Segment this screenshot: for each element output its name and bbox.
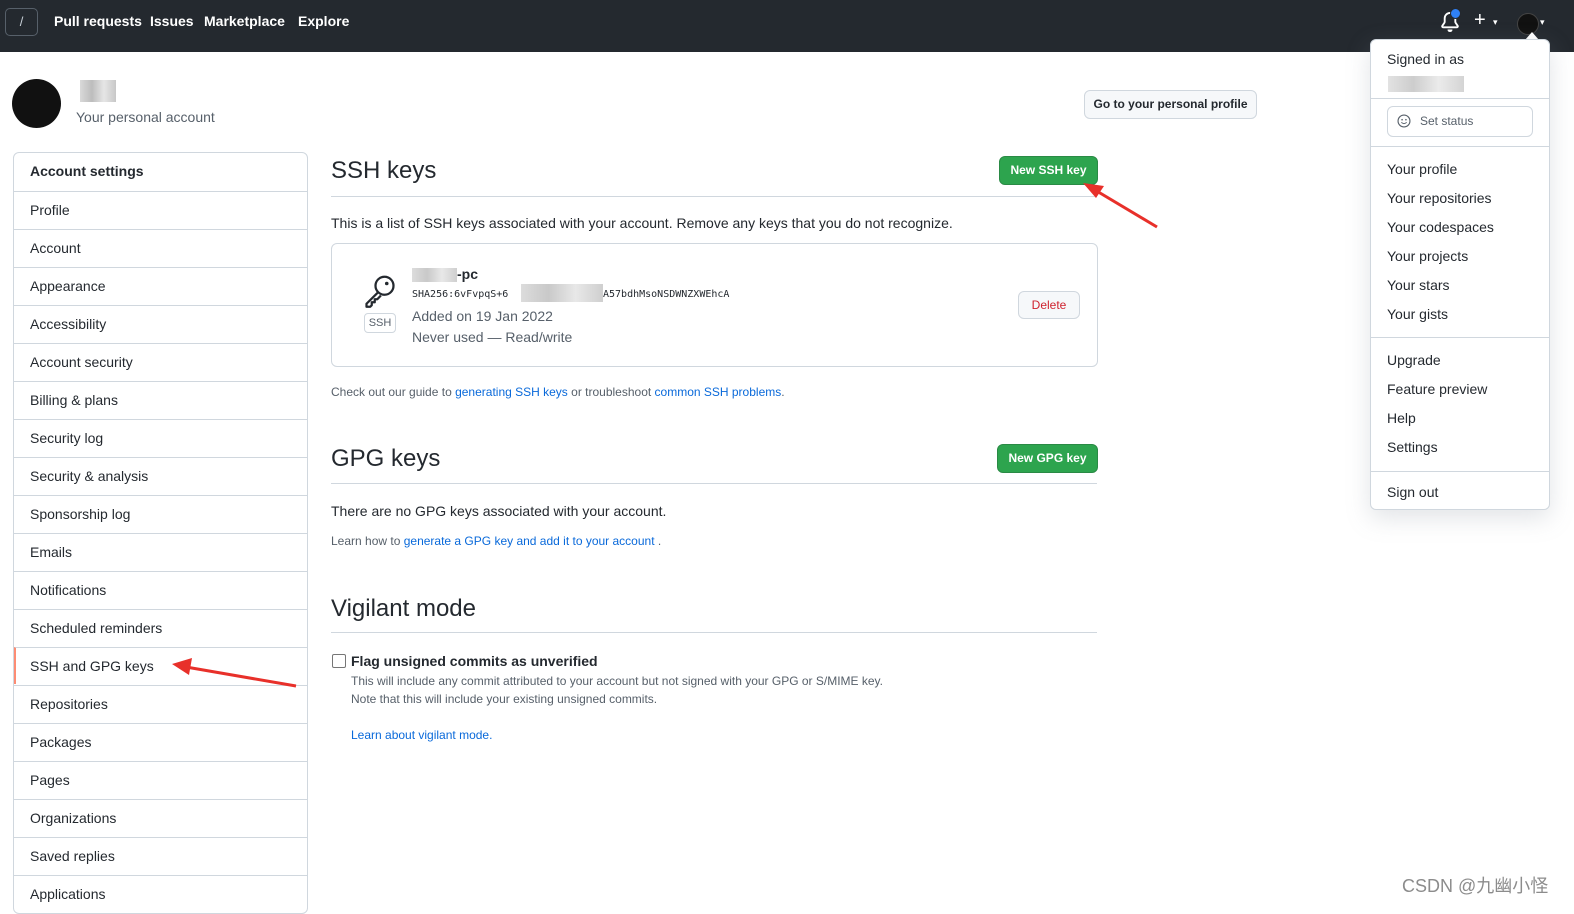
dropdown-divider [1371, 471, 1549, 472]
sidebar-item-billing-plans[interactable]: Billing & plans [14, 381, 307, 418]
sidebar-item-security-analysis[interactable]: Security & analysis [14, 457, 307, 494]
signed-in-label: Signed in as [1387, 51, 1465, 67]
sidebar-item-applications[interactable]: Applications [14, 875, 307, 912]
sidebar-item-security-log[interactable]: Security log [14, 419, 307, 456]
signed-in-username-redacted [1388, 76, 1464, 92]
smiley-icon [1397, 114, 1411, 128]
guide-suffix: . [781, 385, 785, 399]
guide-prefix: Check out our guide to [331, 385, 456, 399]
common-ssh-problems-link[interactable]: common SSH problems [655, 385, 782, 399]
menu-item-your-profile[interactable]: Your profile [1387, 161, 1457, 177]
nav-issues[interactable]: Issues [150, 13, 194, 29]
set-status-label: Set status [1420, 114, 1474, 128]
vigilant-mode-heading: Vigilant mode [331, 595, 476, 622]
sidebar-item-ssh-and-gpg-keys[interactable]: SSH and GPG keys [14, 647, 307, 684]
new-gpg-key-button[interactable]: New GPG key [997, 444, 1098, 473]
learn-suffix: . [654, 534, 662, 548]
generate-gpg-key-link[interactable]: generate a GPG key and add it to your ac… [404, 534, 655, 548]
vigilant-description-1: This will include any commit attributed … [351, 674, 884, 688]
divider [331, 196, 1097, 197]
menu-item-feature-preview[interactable]: Feature preview [1387, 381, 1487, 397]
sidebar-item-packages[interactable]: Packages [14, 723, 307, 760]
top-navbar: / Pull requests Issues Marketplace Explo… [0, 0, 1574, 52]
generating-ssh-keys-link[interactable]: generating SSH keys [455, 385, 568, 399]
sidebar-item-profile[interactable]: Profile [14, 191, 307, 228]
divider [331, 632, 1097, 633]
sidebar-item-sponsorship-log[interactable]: Sponsorship log [14, 495, 307, 532]
nav-marketplace[interactable]: Marketplace [204, 13, 285, 29]
ssh-keys-heading: SSH keys [331, 157, 437, 184]
sidebar-item-accessibility[interactable]: Accessibility [14, 305, 307, 342]
guide-mid: or troubleshoot [567, 385, 655, 399]
csdn-watermark: CSDN @九幽小怪 [1402, 876, 1549, 896]
go-to-profile-button[interactable]: Go to your personal profile [1084, 90, 1257, 119]
flag-unsigned-commits-checkbox[interactable] [332, 654, 346, 668]
ssh-key-item [331, 243, 1098, 367]
dropdown-divider [1371, 146, 1549, 147]
menu-item-upgrade[interactable]: Upgrade [1387, 352, 1441, 368]
sidebar-item-organizations[interactable]: Organizations [14, 799, 307, 836]
unread-indicator [1450, 8, 1461, 19]
sidebar-item-notifications[interactable]: Notifications [14, 571, 307, 608]
github-logo-icon[interactable]: / [5, 8, 38, 36]
sidebar-item-account[interactable]: Account [14, 229, 307, 266]
sidebar-item-account-security[interactable]: Account security [14, 343, 307, 380]
ssh-key-added-date: Added on 19 Jan 2022 [412, 308, 553, 324]
menu-item-your-codespaces[interactable]: Your codespaces [1387, 219, 1494, 235]
learn-prefix: Learn how to [331, 534, 404, 548]
menu-item-settings[interactable]: Settings [1387, 439, 1438, 455]
sidebar-item-pages[interactable]: Pages [14, 761, 307, 798]
menu-item-your-repositories[interactable]: Your repositories [1387, 190, 1492, 206]
menu-item-your-projects[interactable]: Your projects [1387, 248, 1468, 264]
sidebar-item-repositories[interactable]: Repositories [14, 685, 307, 722]
sidebar-item-scheduled-reminders[interactable]: Scheduled reminders [14, 609, 307, 646]
set-status-button[interactable]: Set status [1387, 106, 1533, 137]
vigilant-description-2: Note that this will include your existin… [351, 692, 658, 706]
settings-sidebar: Account settings Profile Account Appearance… [13, 152, 308, 914]
menu-item-help[interactable]: Help [1387, 410, 1416, 426]
account-subtitle: Your personal account [76, 109, 215, 125]
ssh-key-fingerprint-end: A57bdhMsoNSDWNZXWEhcA [603, 289, 730, 300]
nav-pull-requests[interactable]: Pull requests [54, 13, 142, 29]
ssh-guide-text: Check out our guide to generating SSH ke… [331, 385, 785, 399]
username-redacted [80, 80, 116, 102]
delete-ssh-key-button[interactable]: Delete [1018, 291, 1080, 319]
divider [331, 483, 1097, 484]
arrow-to-new-ssh-key [1083, 183, 1158, 229]
sidebar-item-saved-replies[interactable]: Saved replies [14, 837, 307, 874]
menu-item-your-stars[interactable]: Your stars [1387, 277, 1450, 293]
dropdown-divider [1371, 98, 1549, 99]
key-name-redacted [412, 268, 457, 282]
gpg-keys-heading: GPG keys [331, 445, 441, 472]
create-new-plus-icon[interactable]: + [1474, 9, 1486, 32]
new-ssh-key-button[interactable]: New SSH key [999, 156, 1098, 185]
ssh-key-name: -pc [457, 266, 478, 282]
sidebar-item-emails[interactable]: Emails [14, 533, 307, 570]
key-icon [365, 275, 395, 308]
sidebar-heading: Account settings [30, 163, 144, 179]
sign-out-item[interactable]: Sign out [1387, 484, 1438, 500]
ssh-badge: SSH [364, 313, 396, 333]
sidebar-item-appearance[interactable]: Appearance [14, 267, 307, 304]
create-dropdown-caret-icon[interactable]: ▾ [1493, 17, 1498, 28]
learn-vigilant-mode-link[interactable]: Learn about vigilant mode. [351, 728, 492, 742]
user-dropdown-menu: Signed in as Set status Your profile Your… [1370, 39, 1550, 510]
dropdown-divider [1371, 337, 1549, 338]
account-avatar [12, 79, 61, 128]
user-menu-caret-icon[interactable]: ▾ [1540, 17, 1545, 28]
gpg-learn-text: Learn how to generate a GPG key and add … [331, 534, 661, 548]
flag-unsigned-commits-label[interactable]: Flag unsigned commits as unverified [351, 653, 598, 669]
fingerprint-redacted [521, 284, 603, 302]
menu-item-your-gists[interactable]: Your gists [1387, 306, 1448, 322]
nav-explore[interactable]: Explore [298, 13, 349, 29]
gpg-empty-text: There are no GPG keys associated with yo… [331, 503, 667, 519]
ssh-description: This is a list of SSH keys associated wi… [331, 215, 953, 231]
ssh-key-usage: Never used — Read/write [412, 329, 573, 345]
ssh-key-fingerprint-start: SHA256:6vFvpqS+6 [412, 289, 509, 300]
